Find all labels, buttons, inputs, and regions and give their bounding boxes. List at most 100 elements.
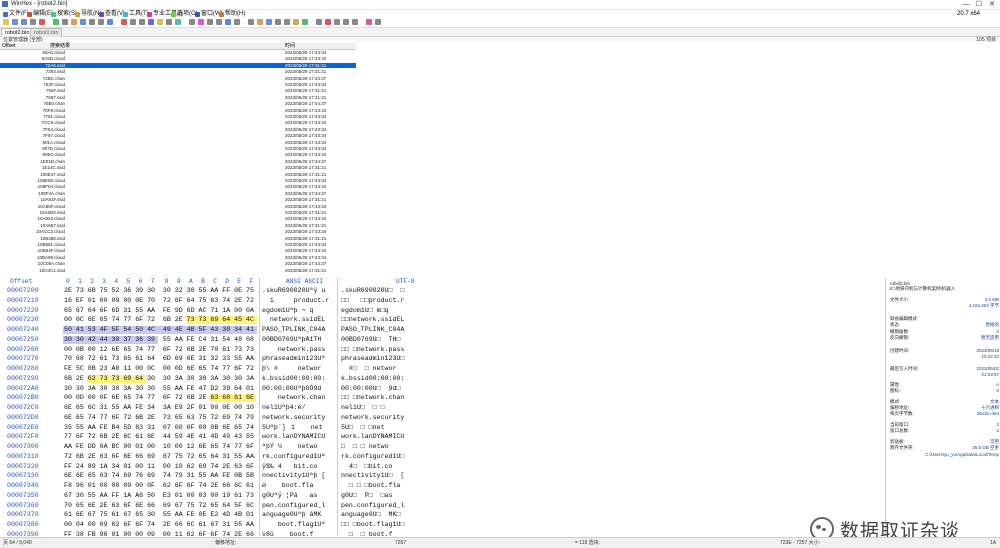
toolbar-button-icon[interactable]: [225, 19, 231, 25]
list-item[interactable]: 801A.cloud 2023/05/29 17:43:34: [0, 140, 356, 145]
toolbar-button-icon[interactable]: [316, 19, 322, 25]
list-item[interactable]: 10ACC2.cloud 2023/05/29 17:43:34: [0, 229, 356, 234]
tab-robot1[interactable]: robot1.bin: [30, 28, 63, 37]
list-item[interactable]: 7F54.cloud 2023/05/29 17:43:34: [0, 127, 356, 132]
list-item[interactable]: 1E14C.ssid 2023/05/29 17:31:21: [0, 165, 356, 170]
list-item[interactable]: 807D.cloud 2023/05/29 17:43:34: [0, 146, 356, 151]
toolbar-button-icon[interactable]: [53, 19, 59, 25]
toolbar-button-icon[interactable]: [334, 19, 340, 25]
list-item[interactable]: 10B388.ssid 2023/05/29 17:31:21: [0, 236, 356, 241]
hex-row[interactable]: 00007280 FE 5C 0B 23 A0 11 00 0C 00 0D 6E…: [0, 364, 425, 374]
hex-row[interactable]: 00007290 6B 2E 62 73 73 69 64 30 30 3A 30…: [0, 374, 425, 384]
toolbar-button-icon[interactable]: [325, 19, 331, 25]
hex-row[interactable]: 00007200 2E 73 6B 75 52 36 39 30 30 32 30…: [0, 286, 425, 296]
toolbar-button-icon[interactable]: [157, 19, 163, 25]
hex-row[interactable]: 00007380 00 04 00 09 62 6F 6F 74 2E 66 6C…: [0, 520, 425, 530]
time-column-header[interactable]: 时间: [285, 43, 295, 49]
list-item[interactable]: 10A957.ssid 2023/05/29 17:31:21: [0, 223, 356, 228]
toolbar-button-icon[interactable]: [107, 19, 113, 25]
toolbar-button-icon[interactable]: [21, 19, 27, 25]
toolbar-button-icon[interactable]: [293, 19, 299, 25]
list-item[interactable]: 10B591.cloud 2023/05/29 17:43:34: [0, 242, 356, 247]
toolbar-button-icon[interactable]: [302, 19, 308, 25]
list-item[interactable]: 10A923.cloud 2023/05/29 17:43:34: [0, 216, 356, 221]
hex-row[interactable]: 00007320 FF 24 89 1A 34 01 00 11 00 10 62…: [0, 462, 425, 472]
toolbar-button-icon[interactable]: [30, 19, 36, 25]
toolbar-button-icon[interactable]: [71, 19, 77, 25]
toolbar-button-icon[interactable]: [39, 19, 45, 25]
toolbar-button-icon[interactable]: [62, 19, 68, 25]
toolbar-button-icon[interactable]: [130, 19, 136, 25]
hex-row[interactable]: 00007350 67 30 55 AA FF 1A A6 50 E3 01 00…: [0, 491, 425, 501]
hex-row[interactable]: 00007240 50 41 53 4F 5F 54 50 4C 49 4E 4B…: [0, 325, 425, 335]
toolbar-button-icon[interactable]: [148, 19, 154, 25]
toolbar-button-icon[interactable]: [284, 19, 290, 25]
toolbar-button-icon[interactable]: [266, 19, 272, 25]
list-item[interactable]: 7293.ssid 2023/05/29 17:31:21: [0, 69, 356, 74]
list-item[interactable]: 1E01D.chan 2023/05/29 17:44:37: [0, 159, 356, 164]
list-item[interactable]: 108E68.cloud 2023/05/29 17:43:34: [0, 178, 356, 183]
toolbar-button-icon[interactable]: [366, 19, 372, 25]
hex-row[interactable]: 00007340 F8 96 01 00 00 09 00 0F 62 6F 6F…: [0, 481, 425, 491]
hex-row[interactable]: 000072E0 35 55 AA FE B4 5D 83 31 07 00 0F…: [0, 423, 425, 433]
menu-item[interactable]: 搜索(S): [51, 10, 77, 18]
menu-item[interactable]: 编辑(E): [27, 10, 53, 18]
list-item[interactable]: 10A86F.cloud 2023/05/29 17:43:34: [0, 204, 356, 209]
list-item[interactable]: 72BC.chan 2023/05/29 17:44:37: [0, 76, 356, 81]
tab-robot2[interactable]: robot2.bin: [1, 28, 34, 37]
hex-row[interactable]: 000072D0 6E 65 74 77 6F 72 6B 2E 73 65 63…: [0, 413, 425, 423]
list-item[interactable]: 80E0.cloud 2023/05/29 17:43:34: [0, 152, 356, 157]
hex-row[interactable]: 00007220 65 67 64 6F 6D 31 55 AA FE 9D 6D…: [0, 306, 425, 316]
toolbar-button-icon[interactable]: [80, 19, 86, 25]
toolbar-button-icon[interactable]: [216, 19, 222, 25]
hex-row[interactable]: 00007270 70 68 72 61 73 65 61 64 6D 69 6E…: [0, 354, 425, 364]
offset-column-header[interactable]: Offset: [2, 43, 15, 49]
list-item[interactable]: 7791.cloud 2023/05/29 17:43:34: [0, 114, 356, 119]
hex-row[interactable]: 00007300 AA FE DD 0A BC 00 01 00 10 00 12…: [0, 442, 425, 452]
list-item[interactable]: 10A8D8.ssid 2023/05/29 17:31:21: [0, 210, 356, 215]
maximize-button[interactable]: ☐: [973, 0, 985, 9]
toolbar-button-icon[interactable]: [234, 19, 240, 25]
toolbar-button-icon[interactable]: [275, 19, 281, 25]
hex-row[interactable]: 00007360 70 65 6E 2E 63 6F 6E 66 69 67 75…: [0, 501, 425, 511]
toolbar-button-icon[interactable]: [248, 19, 254, 25]
list-item[interactable]: 755F.ssid 2023/05/29 17:31:21: [0, 88, 356, 93]
list-item[interactable]: 75B0.chan 2023/05/29 17:44:37: [0, 101, 356, 106]
menu-item[interactable]: 导航(N): [75, 10, 101, 18]
hex-row[interactable]: 00007330 6E 6E 65 63 74 69 76 69 74 79 31…: [0, 471, 425, 481]
hex-row[interactable]: 00007230 00 0C 6E 65 74 77 6F 72 6B 2E 73…: [0, 315, 425, 325]
hex-row[interactable]: 000072A0 30 30 3A 30 30 3A 30 30 55 AA FE…: [0, 384, 425, 394]
menu-item[interactable]: 查看(V): [99, 10, 125, 18]
toolbar-button-icon[interactable]: [198, 19, 204, 25]
toolbar-button-icon[interactable]: [12, 19, 18, 25]
menu-item[interactable]: 工具(T): [123, 10, 149, 18]
list-item[interactable]: 7CC9.cloud 2023/05/29 17:43:34: [0, 120, 356, 125]
toolbar-button-icon[interactable]: [352, 19, 358, 25]
list-item-selected[interactable]: 72A6.ssid 2023/05/29 17:31:21: [0, 62, 356, 69]
toolbar-button-icon[interactable]: [375, 19, 381, 25]
hex-row[interactable]: 00007310 72 6B 2E 63 6F 6E 66 69 67 75 72…: [0, 452, 425, 462]
list-item[interactable]: 10B64F.cloud 2023/05/29 17:43:34: [0, 248, 356, 253]
list-item[interactable]: 7587.ssid 2023/05/29 17:31:21: [0, 95, 356, 100]
toolbar-button-icon[interactable]: [207, 19, 213, 25]
list-item[interactable]: 60A0.cloud 2023/05/29 17:43:34: [0, 50, 356, 55]
menu-item[interactable]: 帮助(H): [219, 10, 245, 18]
list-item[interactable]: 10C08A.chan 2023/05/29 17:44:37: [0, 261, 356, 266]
minimize-button[interactable]: —: [960, 0, 972, 9]
toolbar-button-icon[interactable]: [121, 19, 127, 25]
toolbar-button-icon[interactable]: [166, 19, 172, 25]
toolbar-button-icon[interactable]: [343, 19, 349, 25]
list-item[interactable]: 753F.cloud 2023/05/29 17:43:34: [0, 82, 356, 87]
list-item[interactable]: 7F67.cloud 2023/05/29 17:43:34: [0, 133, 356, 138]
hex-row[interactable]: 00007260 00 0B 00 12 6E 65 74 77 6F 72 6B…: [0, 345, 425, 355]
hex-row[interactable]: 000072F0 77 6F 72 6B 2E 6C 61 6E 44 59 4E…: [0, 432, 425, 442]
toolbar-button-icon[interactable]: [3, 19, 9, 25]
hex-row[interactable]: 00007210 16 EF 01 00 09 00 0E 70 72 6F 64…: [0, 296, 425, 306]
list-item[interactable]: 6A5D.cloud 2023/05/29 17:43:34: [0, 56, 356, 61]
toolbar-button-icon[interactable]: [139, 19, 145, 25]
toolbar-button-icon[interactable]: [257, 19, 263, 25]
list-item[interactable]: 108F04.cloud 2023/05/29 17:43:34: [0, 184, 356, 189]
list-item[interactable]: 76F8.cloud 2023/05/29 17:43:34: [0, 108, 356, 113]
hex-row[interactable]: 00007250 30 30 42 44 30 37 36 39 55 AA FE…: [0, 335, 425, 345]
list-item[interactable]: 108E47.ssid 2023/05/29 17:31:21: [0, 172, 356, 177]
